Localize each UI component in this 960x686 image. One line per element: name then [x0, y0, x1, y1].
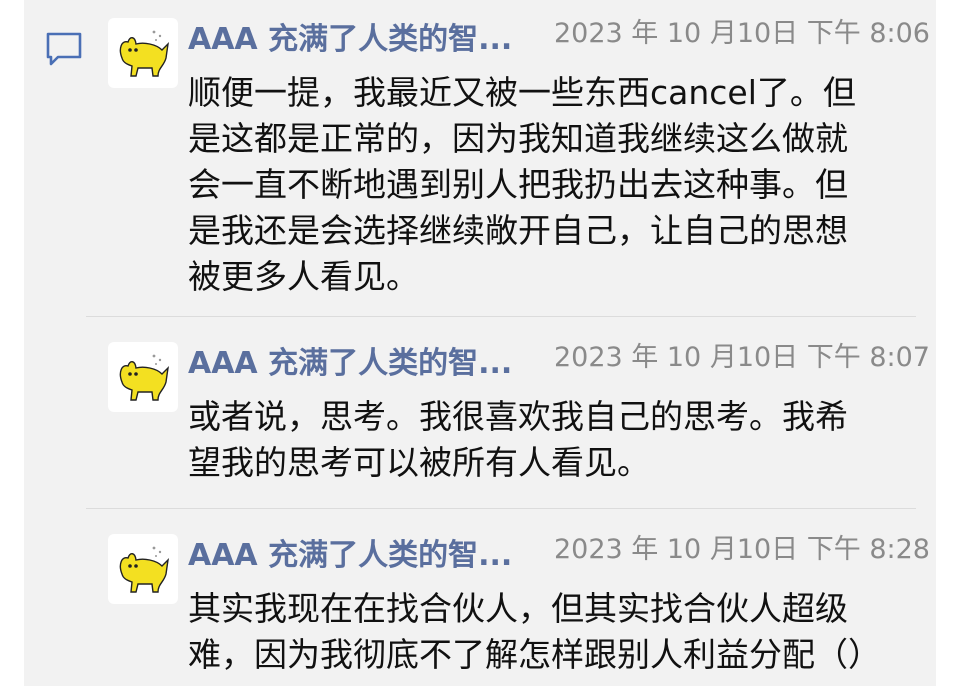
yellow-cat-avatar-icon [119, 354, 169, 401]
message-text: 顺便一提，我最近又被一些东西cancel了。但 是这都是正常的，因为我知道我继续… [188, 73, 856, 296]
sender-name[interactable]: AAA 充满了人类的智... [188, 344, 548, 384]
message-timestamp: 2023 年 10 月10日 下午 8:07 [554, 342, 930, 373]
sender-name[interactable]: AAA 充满了人类的智... [188, 536, 548, 576]
message-text: 或者说，思考。我很喜欢我自己的思考。我希 望我的思考可以被所有人看见。 [188, 397, 848, 482]
message-timestamp: 2023 年 10 月10日 下午 8:06 [554, 18, 930, 49]
comment-icon[interactable] [44, 30, 84, 70]
message-divider [86, 508, 916, 509]
avatar[interactable] [108, 342, 178, 412]
yellow-cat-avatar-icon [119, 30, 169, 77]
message-text: 其实我现在在找合伙人，但其实找合伙人超级 难，因为我彻底不了解怎样跟别人利益分配… [188, 589, 881, 674]
sender-name[interactable]: AAA 充满了人类的智... [188, 20, 548, 60]
message-divider [86, 316, 916, 317]
avatar[interactable] [108, 534, 178, 604]
avatar[interactable] [108, 18, 178, 88]
yellow-cat-avatar-icon [119, 546, 169, 593]
chat-page: AAA 充满了人类的智... 2023 年 10 月10日 下午 8:06 顺便… [0, 0, 960, 686]
message-timestamp: 2023 年 10 月10日 下午 8:28 [554, 534, 930, 565]
